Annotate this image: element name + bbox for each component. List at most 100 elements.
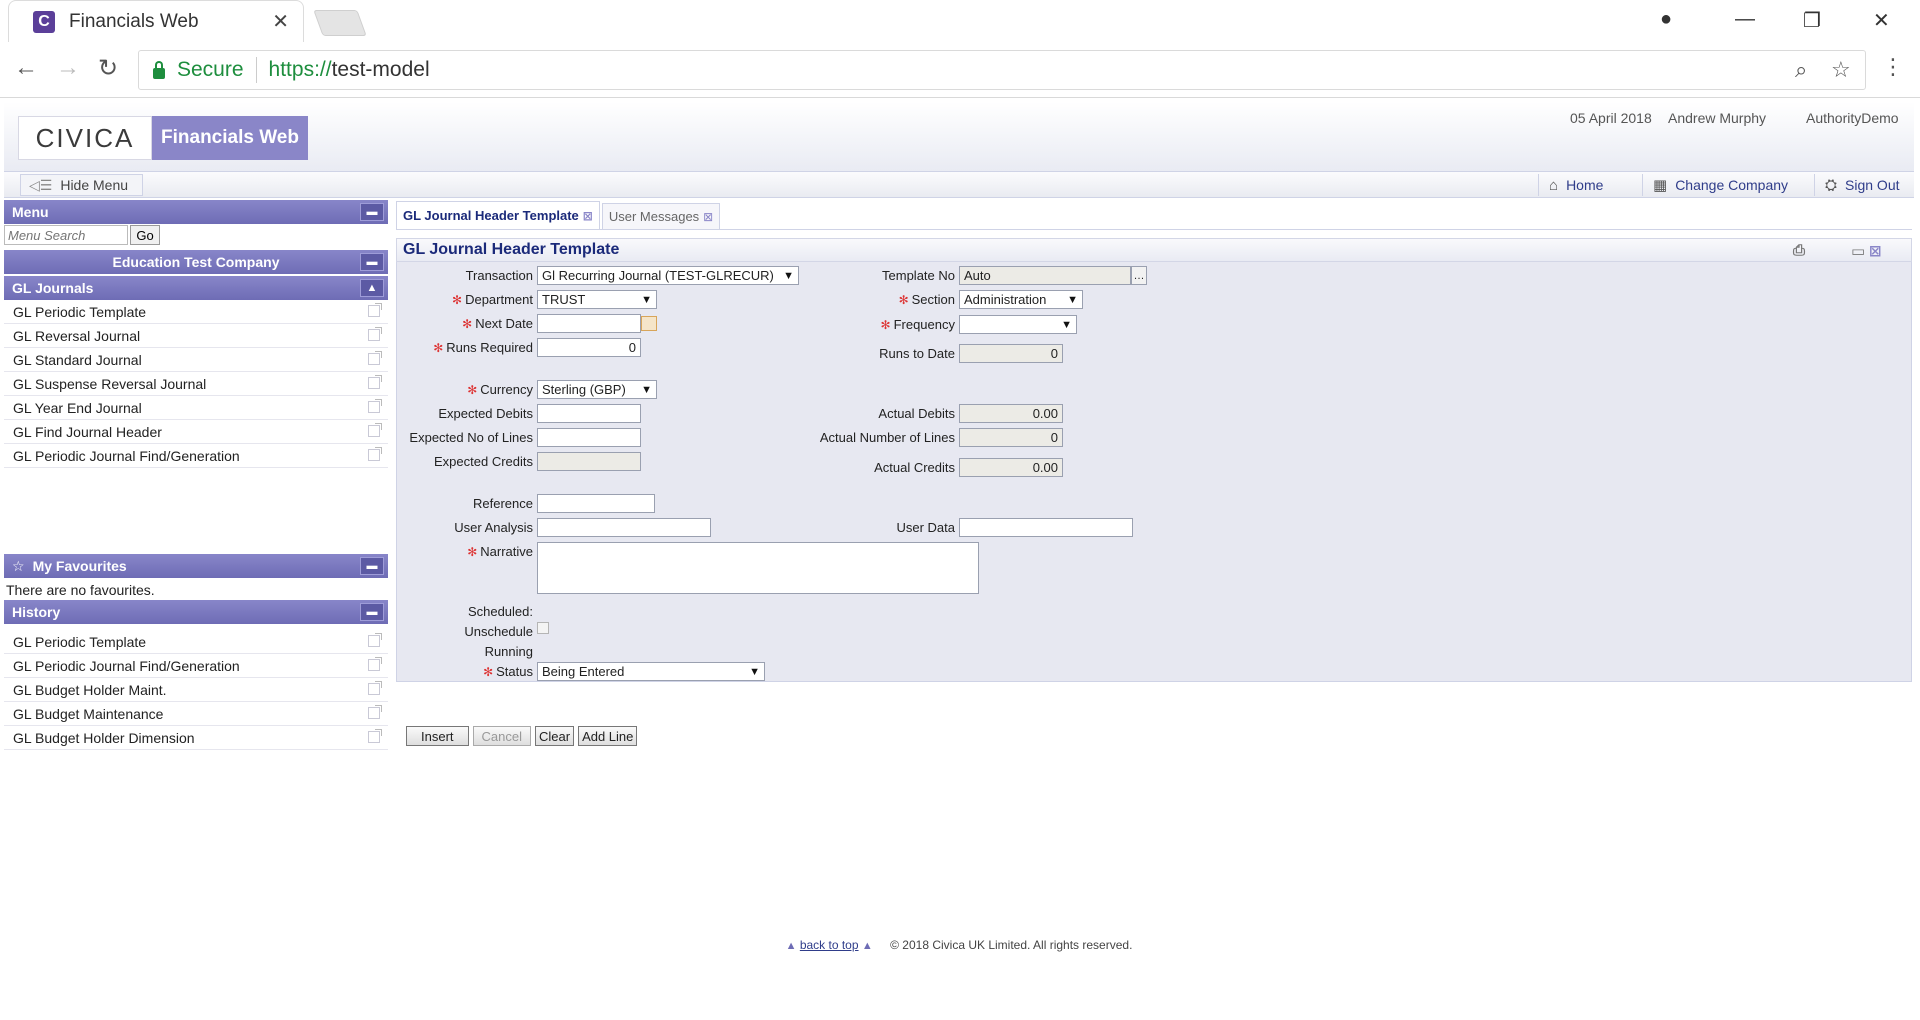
actual-lines-label: Actual Number of Lines (819, 430, 955, 445)
window-icon[interactable]: ▭ (1851, 242, 1865, 260)
panel-toggle-icon[interactable]: ▬ (360, 203, 384, 221)
current-date: 05 April 2018 (1570, 110, 1652, 126)
tab-gl-journal-header-template[interactable]: GL Journal Header Template ⊠ (396, 201, 600, 229)
insert-button[interactable]: Insert (406, 726, 469, 746)
bookmark-star-icon[interactable]: ☆ (1831, 57, 1851, 83)
close-form-icon[interactable]: ⊠ (1869, 242, 1882, 260)
forward-icon[interactable]: → (56, 54, 80, 82)
actual-debits-value: 0.00 (1032, 406, 1058, 421)
menu-item[interactable]: GL Find Journal Header (4, 420, 388, 444)
home-link[interactable]: ⌂ Home (1538, 174, 1613, 196)
lock-icon (153, 60, 165, 79)
open-new-icon[interactable] (368, 729, 382, 743)
frequency-select[interactable]: ▼ (959, 315, 1077, 334)
new-tab-button[interactable] (313, 10, 367, 36)
open-new-icon[interactable] (368, 399, 382, 413)
favourites-toggle-icon[interactable]: ▬ (360, 557, 384, 575)
footer: ▲ back to top ▲ © 2018 Civica UK Limited… (4, 938, 1914, 952)
form-title: GL Journal Header Template (403, 241, 620, 258)
minimize-icon[interactable]: — (1735, 8, 1755, 31)
reload-icon[interactable]: ↻ (98, 54, 118, 83)
sign-out-link[interactable]: ⛭ Sign Out (1814, 174, 1910, 196)
menu-item[interactable]: GL Periodic Template (4, 300, 388, 324)
history-item[interactable]: GL Periodic Journal Find/Generation (4, 654, 388, 678)
menu-item[interactable]: GL Periodic Journal Find/Generation (4, 444, 388, 468)
runs-required-input[interactable]: 0 (537, 338, 641, 357)
open-new-icon[interactable] (368, 447, 382, 461)
hide-menu-button[interactable]: ◁☰ Hide Menu (20, 174, 144, 196)
restore-icon[interactable]: ❐ (1803, 8, 1821, 33)
address-bar[interactable]: Secure https://test-model ⌕ ☆ (138, 50, 1866, 90)
menu-item[interactable]: GL Reversal Journal (4, 324, 388, 348)
expected-debits-input[interactable] (537, 404, 641, 423)
history-item[interactable]: GL Periodic Template (4, 630, 388, 654)
back-to-top-link[interactable]: back to top (800, 938, 859, 952)
print-icon[interactable]: ⎙ (1793, 242, 1805, 259)
department-value: TRUST (542, 292, 586, 307)
user-analysis-input[interactable] (537, 518, 711, 537)
menu-search-input[interactable] (4, 225, 128, 245)
currency-select[interactable]: Sterling (GBP) ▼ (537, 380, 657, 399)
open-new-icon[interactable] (368, 657, 382, 671)
zoom-icon[interactable]: ⌕ (1795, 57, 1807, 83)
cancel-button[interactable]: Cancel (472, 726, 531, 746)
menu-go-button[interactable]: Go (130, 225, 160, 245)
company-toggle-icon[interactable]: ▬ (360, 253, 384, 271)
calendar-icon[interactable] (641, 316, 657, 331)
close-tab-icon[interactable]: ⊠ (583, 209, 593, 223)
company-header: Education Test Company ▬ (4, 250, 388, 274)
folder-up-icon[interactable]: ▲ (360, 279, 384, 297)
open-new-icon[interactable] (368, 681, 382, 695)
url-text[interactable]: https://test-model (269, 58, 430, 82)
template-no-value: Auto (964, 268, 991, 283)
reference-input[interactable] (537, 494, 655, 513)
history-toggle-icon[interactable]: ▬ (360, 603, 384, 621)
department-select[interactable]: TRUST ▼ (537, 290, 657, 309)
profile-icon[interactable]: ● (1660, 8, 1672, 31)
browser-menu-icon[interactable]: ⋮ (1882, 54, 1904, 80)
open-new-icon[interactable] (368, 423, 382, 437)
close-window-icon[interactable]: ✕ (1873, 8, 1890, 33)
tab-user-messages[interactable]: User Messages ⊠ (601, 203, 721, 229)
open-new-icon[interactable] (368, 351, 382, 365)
history-item[interactable]: GL Budget Holder Dimension (4, 726, 388, 750)
status-select[interactable]: Being Entered ▼ (537, 662, 765, 681)
civica-logo: CIVICA (18, 116, 152, 160)
close-tab-icon[interactable]: ✕ (272, 9, 289, 34)
unschedule-checkbox[interactable] (537, 622, 549, 634)
next-date-input[interactable] (537, 314, 641, 333)
menu-item[interactable]: GL Standard Journal (4, 348, 388, 372)
narrative-textarea[interactable] (537, 542, 979, 594)
history-item[interactable]: GL Budget Holder Maint. (4, 678, 388, 702)
menu-item-label: GL Year End Journal (13, 399, 142, 416)
menu-item[interactable]: GL Year End Journal (4, 396, 388, 420)
history-item-label: GL Periodic Journal Find/Generation (13, 657, 240, 674)
open-new-icon[interactable] (368, 327, 382, 341)
back-icon[interactable]: ← (14, 54, 38, 82)
history-item[interactable]: GL Budget Maintenance (4, 702, 388, 726)
open-new-icon[interactable] (368, 303, 382, 317)
expected-lines-input[interactable] (537, 428, 641, 447)
transaction-select[interactable]: Gl Recurring Journal (TEST-GLRECUR) ▼ (537, 266, 799, 285)
main-content: GL Journal Header Template ⊠ User Messag… (396, 200, 1912, 920)
close-tab-icon[interactable]: ⊠ (703, 210, 713, 224)
expected-credits-field (537, 452, 641, 471)
template-lookup-button[interactable]: … (1131, 266, 1147, 285)
actual-debits-field: 0.00 (959, 404, 1063, 423)
gl-journals-header[interactable]: GL Journals ▲ (4, 276, 388, 300)
browser-tab[interactable]: C Financials Web ✕ (8, 0, 304, 42)
user-data-input[interactable] (959, 518, 1133, 537)
open-new-icon[interactable] (368, 705, 382, 719)
open-new-icon[interactable] (368, 633, 382, 647)
section-value: Administration (964, 292, 1047, 307)
open-new-icon[interactable] (368, 375, 382, 389)
section-select[interactable]: Administration ▼ (959, 290, 1083, 309)
actual-credits-value: 0.00 (1032, 460, 1058, 475)
change-company-label: Change Company (1675, 177, 1789, 193)
menu-item[interactable]: GL Suspense Reversal Journal (4, 372, 388, 396)
clear-button[interactable]: Clear (534, 726, 575, 746)
change-company-link[interactable]: ▦ Change Company (1642, 174, 1798, 196)
expected-credits-label: Expected Credits (434, 454, 533, 469)
user-analysis-label: User Analysis (454, 520, 533, 535)
add-line-button[interactable]: Add Line (578, 726, 638, 746)
